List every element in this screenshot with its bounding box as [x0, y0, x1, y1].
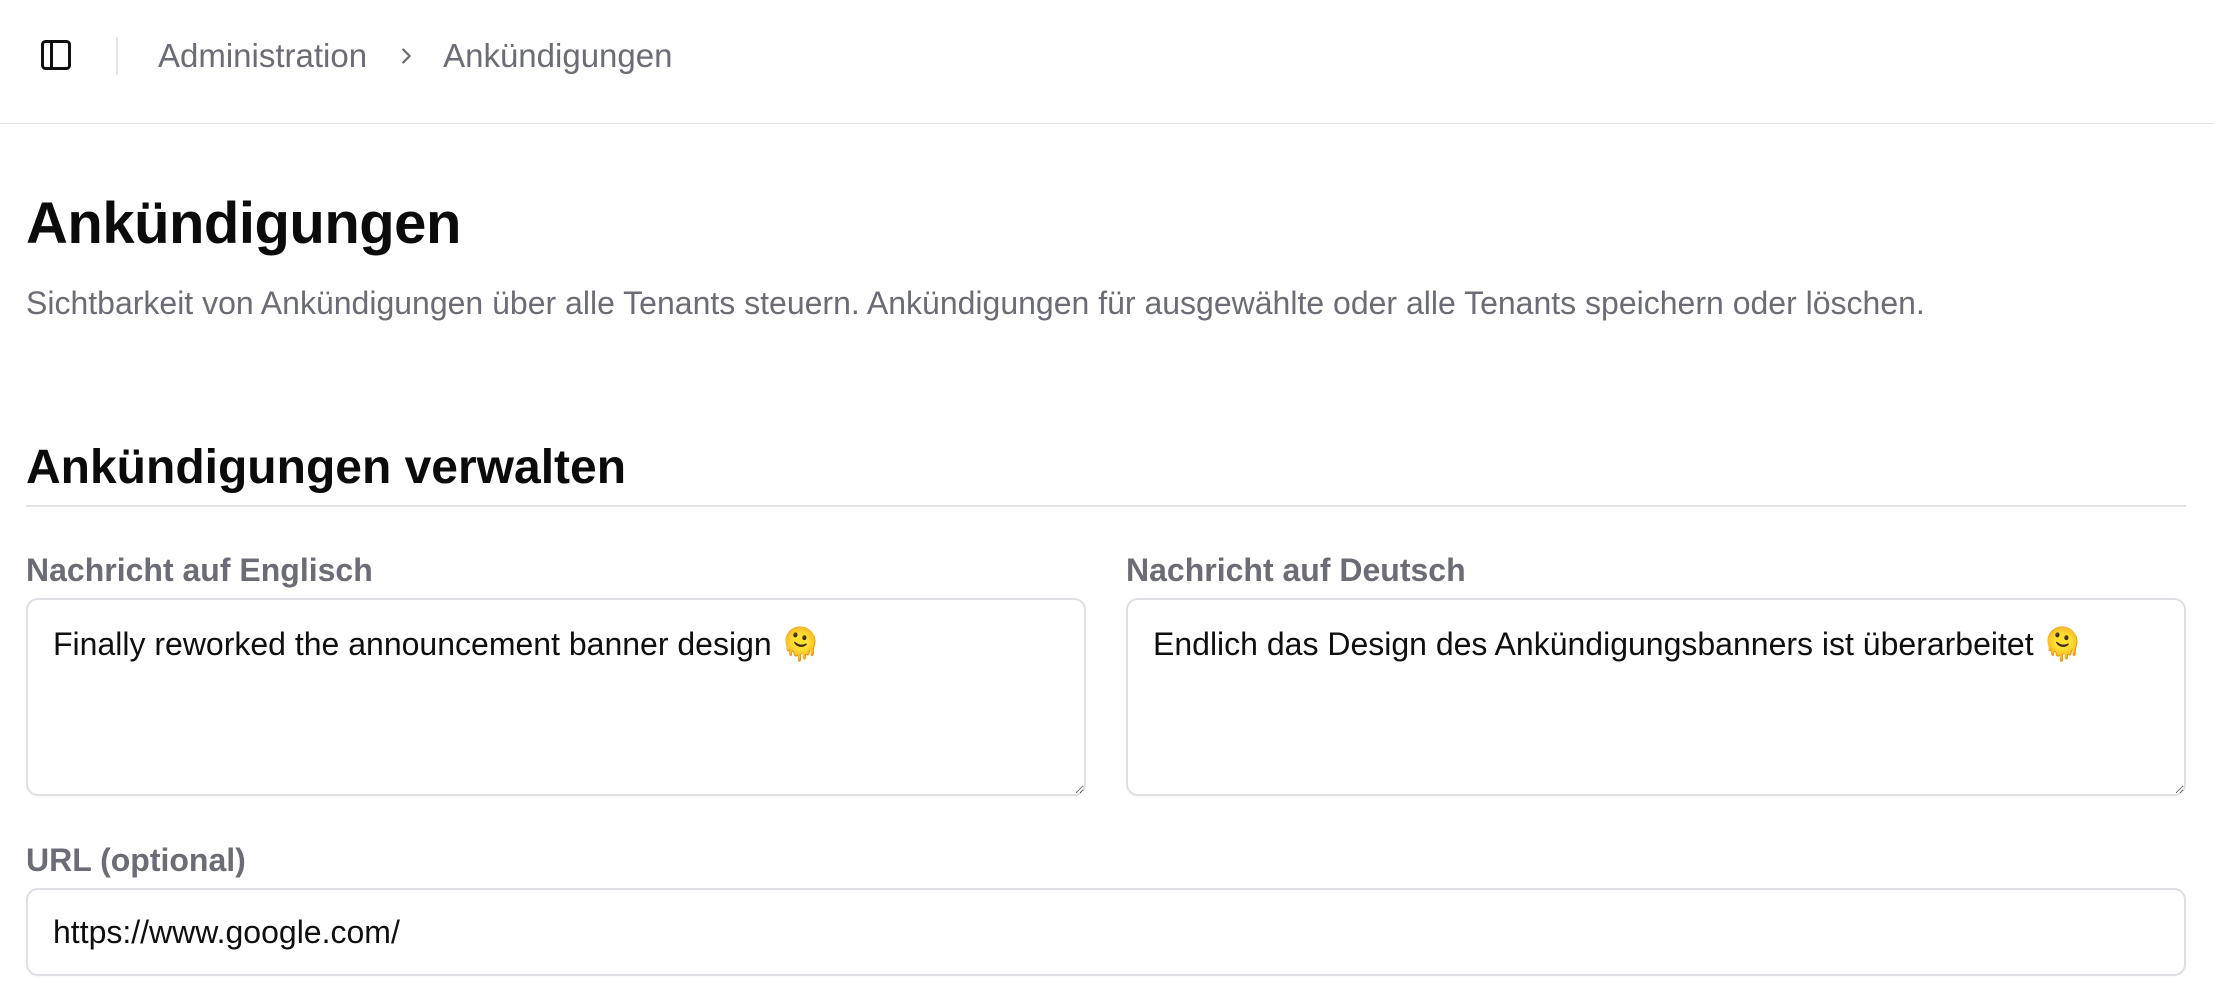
sidebar-toggle-button[interactable]	[32, 31, 80, 79]
section-divider	[26, 505, 2186, 507]
sidebar-panel-icon	[41, 40, 71, 70]
page-title: Ankündigungen	[26, 191, 461, 256]
page-description: Sichtbarkeit von Ankündigungen über alle…	[26, 285, 1925, 321]
top-bar: Administration Ankündigungen	[0, 0, 2214, 124]
chevron-right-icon	[395, 45, 417, 67]
url-label: URL (optional)	[26, 842, 246, 878]
url-input[interactable]	[26, 888, 2186, 976]
section-title: Ankündigungen verwalten	[26, 441, 627, 494]
header-divider	[116, 37, 118, 75]
breadcrumb-item-current: Ankündigungen	[443, 37, 673, 74]
breadcrumb-item-administration[interactable]: Administration	[158, 37, 367, 75]
breadcrumb: Administration Ankündigungen	[158, 34, 672, 78]
message-de-label: Nachricht auf Deutsch	[1126, 552, 1466, 588]
message-en-textarea[interactable]: Finally reworked the announcement banner…	[26, 598, 1086, 796]
message-de-textarea[interactable]: Endlich das Design des Ankündigungsbanne…	[1126, 598, 2186, 796]
message-en-label: Nachricht auf Englisch	[26, 552, 373, 588]
